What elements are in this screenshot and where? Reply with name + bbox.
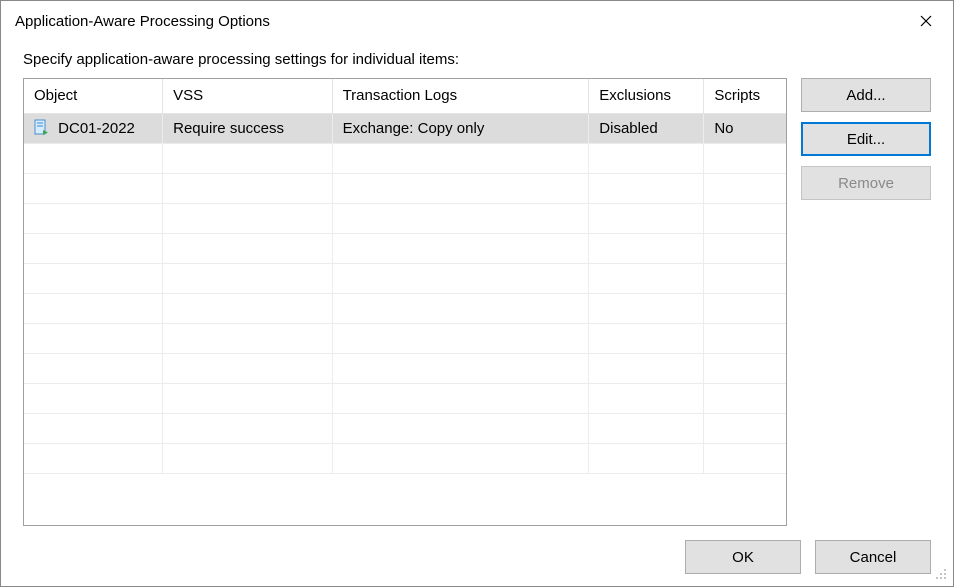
table-row-empty: . [24,323,786,353]
dialog-content: Specify application-aware processing set… [1,41,953,586]
table-row[interactable]: DC01-2022 Require success Exchange: Copy… [24,113,786,143]
table-row-empty: . [24,413,786,443]
remove-button: Remove [801,166,931,200]
title-bar: Application-Aware Processing Options [1,1,953,41]
col-header-scripts[interactable]: Scripts [704,79,786,113]
table-row-empty: . [24,143,786,173]
table-row-empty: . [24,353,786,383]
items-table-container: Object VSS Transaction Logs Exclusions S… [23,78,787,526]
table-row-empty: . [24,173,786,203]
table-row-empty: . [24,233,786,263]
close-icon [920,15,932,27]
server-icon [34,119,48,135]
col-header-vss[interactable]: VSS [163,79,332,113]
col-header-exclusions[interactable]: Exclusions [589,79,704,113]
main-area: Object VSS Transaction Logs Exclusions S… [23,78,931,526]
cell-exclusions: Disabled [589,113,704,143]
footer-buttons: OK Cancel [23,526,931,574]
cell-object: DC01-2022 [24,113,163,143]
cancel-button[interactable]: Cancel [815,540,931,574]
table-row-empty: . [24,293,786,323]
table-row-empty: . [24,443,786,473]
table-row-empty: . [24,383,786,413]
table-row-empty: . [24,203,786,233]
edit-button[interactable]: Edit... [801,122,931,156]
cell-object-text: DC01-2022 [58,120,135,137]
cell-vss: Require success [163,113,332,143]
add-button[interactable]: Add... [801,78,931,112]
table-header-row: Object VSS Transaction Logs Exclusions S… [24,79,786,113]
resize-grip-icon[interactable] [933,566,947,580]
side-button-panel: Add... Edit... Remove [801,78,931,526]
window-title: Application-Aware Processing Options [15,13,270,30]
items-table[interactable]: Object VSS Transaction Logs Exclusions S… [24,79,786,474]
close-button[interactable] [903,2,949,40]
col-header-tlogs[interactable]: Transaction Logs [332,79,589,113]
table-row-empty: . [24,263,786,293]
cell-tlogs: Exchange: Copy only [332,113,589,143]
ok-button[interactable]: OK [685,540,801,574]
instruction-text: Specify application-aware processing set… [23,51,931,68]
cell-scripts: No [704,113,786,143]
col-header-object[interactable]: Object [24,79,163,113]
